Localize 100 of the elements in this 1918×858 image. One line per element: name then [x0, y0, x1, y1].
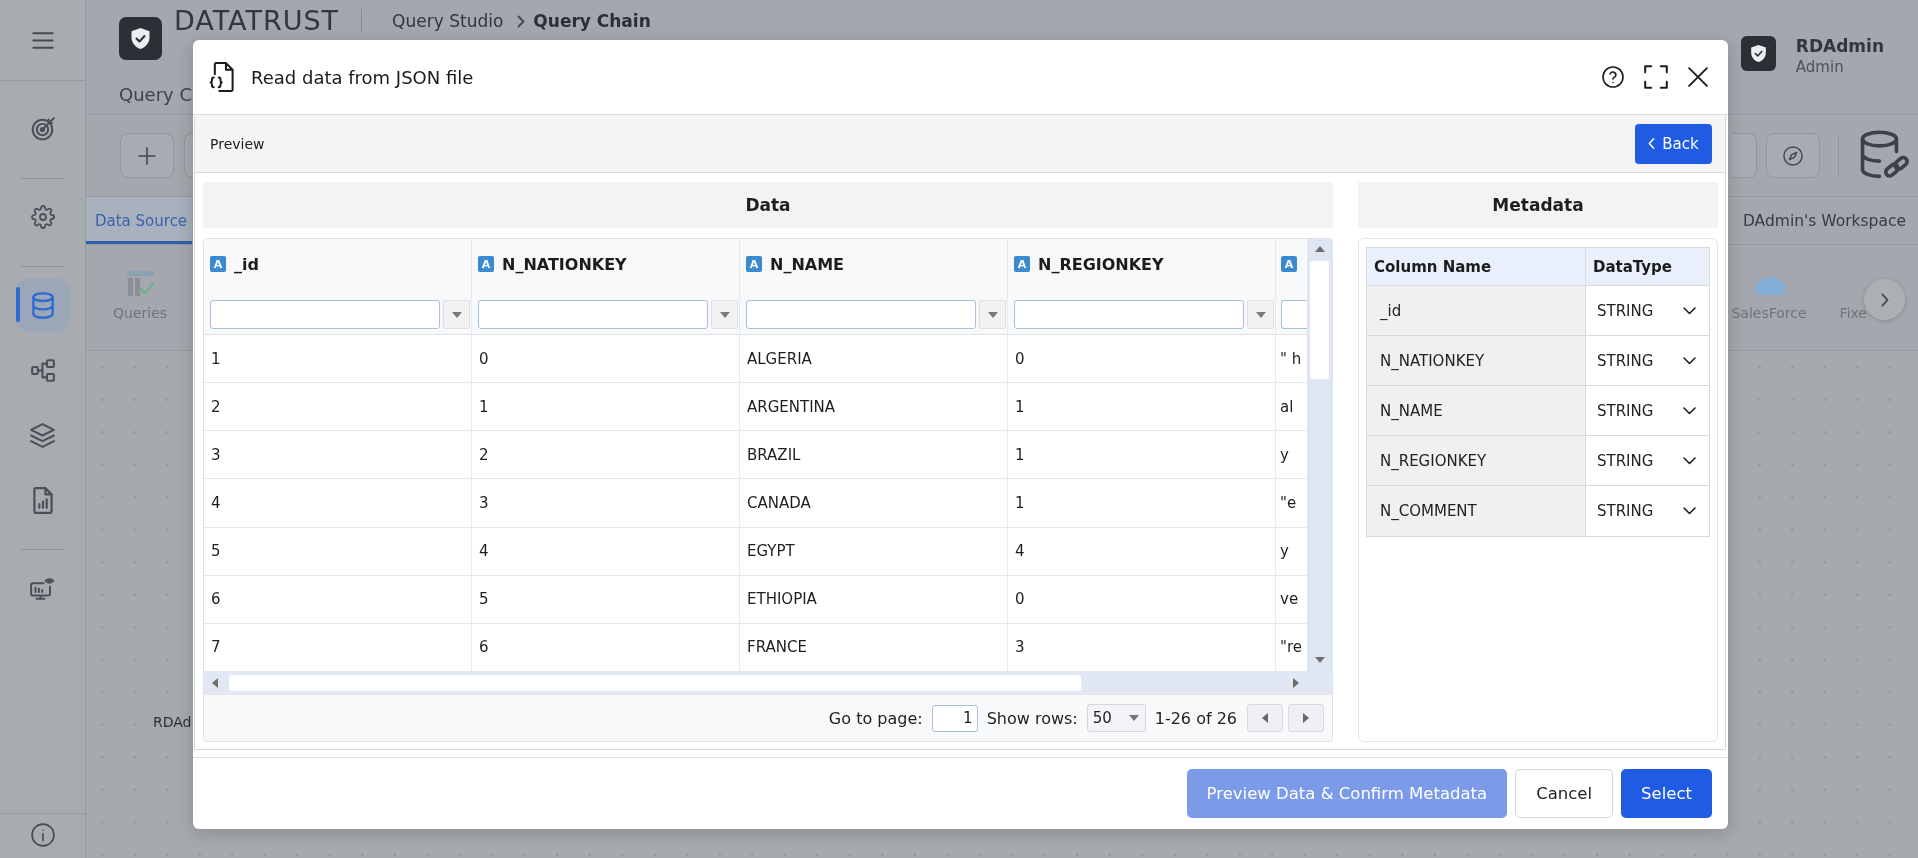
- table-cell: 4: [204, 479, 472, 527]
- filter-input[interactable]: [478, 300, 708, 329]
- previous-page-button[interactable]: [1247, 704, 1283, 732]
- table-cell: FRANCE: [740, 623, 1008, 671]
- menu-button[interactable]: [31, 31, 54, 49]
- info-icon: [30, 823, 55, 847]
- filter-menu-button[interactable]: [443, 300, 470, 329]
- chevron-down-icon: [1683, 406, 1696, 415]
- table-cell: 0: [1008, 335, 1276, 383]
- scrollbar-thumb[interactable]: [229, 675, 1081, 691]
- table-cell: 2: [204, 383, 472, 431]
- caret-down-icon: [987, 311, 998, 318]
- section-title: Preview: [210, 135, 265, 152]
- table-cell: ARGENTINA: [740, 383, 1008, 431]
- table-cell: 5: [204, 527, 472, 575]
- caret-down-icon: [719, 311, 730, 318]
- column-name-cell: _id: [1367, 286, 1586, 335]
- filter-input[interactable]: [1281, 300, 1307, 329]
- table-cell-text: " h: [1279, 348, 1303, 370]
- settings-icon: [30, 205, 55, 229]
- dialog-button[interactable]: Cancel: [1515, 769, 1614, 818]
- fullscreen-icon: [1644, 65, 1668, 89]
- chevron-down-icon: [1683, 507, 1696, 515]
- pager-label: Go to page:: [828, 708, 923, 728]
- chevron-left-icon: [1648, 137, 1656, 150]
- node-label: RDAd: [153, 714, 192, 730]
- add-button[interactable]: [120, 133, 174, 178]
- panel-header: Data: [203, 182, 1333, 228]
- column-header: Column Name: [1367, 248, 1586, 285]
- close-button[interactable]: [1688, 67, 1708, 87]
- hierarchy-icon: [30, 358, 55, 382]
- arrow-right-icon[interactable]: [1293, 678, 1299, 688]
- table-cell: 2: [472, 431, 740, 479]
- info-button[interactable]: [30, 823, 55, 847]
- rows-per-page-select[interactable]: 50: [1086, 704, 1146, 732]
- filter-input[interactable]: [210, 300, 440, 329]
- sidebar-button[interactable]: [15, 278, 70, 332]
- dialog-title: Read data from JSON file: [251, 66, 474, 88]
- menu-icon: [31, 31, 54, 49]
- compass-icon: [1783, 145, 1803, 166]
- table-cell: 1: [1008, 383, 1276, 431]
- user-name: RDAdmin: [1795, 36, 1884, 56]
- back-button[interactable]: Back: [1635, 123, 1712, 164]
- chevron-right-icon: [1880, 292, 1889, 307]
- column-name-cell: N_NATIONKEY: [1367, 336, 1586, 385]
- filter-menu-button[interactable]: [1247, 300, 1274, 329]
- tab[interactable]: DAdmin's Workspace: [1733, 197, 1918, 244]
- breadcrumb-link[interactable]: Query Studio: [392, 11, 504, 31]
- table-cell-text: "re: [1279, 637, 1303, 659]
- filter-menu-button[interactable]: [979, 300, 1006, 329]
- column-title: _id: [234, 254, 259, 274]
- column-name-cell: N_COMMENT: [1367, 486, 1586, 536]
- table-cell: 1: [1008, 479, 1276, 527]
- filter-input[interactable]: [1014, 300, 1244, 329]
- column-header: DataType: [1592, 256, 1673, 278]
- next-page-button[interactable]: [1288, 704, 1324, 732]
- table-cell-text: al: [1279, 396, 1295, 418]
- column-title: N_NATIONKEY: [502, 254, 627, 274]
- caret-down-icon: [1128, 715, 1139, 721]
- table-cell: 0: [1008, 575, 1276, 623]
- help-button[interactable]: [1602, 66, 1624, 88]
- table-cell: EGYPT: [740, 527, 1008, 575]
- chart-file-icon: [32, 486, 53, 514]
- type-badge: A: [210, 256, 226, 272]
- table-cell-text: "e: [1279, 493, 1298, 514]
- database-icon: [31, 291, 54, 319]
- table-cell: ALGERIA: [740, 335, 1008, 383]
- page-input[interactable]: 1: [931, 704, 978, 732]
- table-cell: 7: [204, 623, 472, 671]
- caret-down-icon: [1255, 311, 1266, 318]
- shield-logo-icon: [119, 17, 162, 60]
- breadcrumb-link[interactable]: Query Chain: [533, 11, 651, 31]
- dialog-button[interactable]: Select: [1621, 769, 1712, 818]
- type-badge: A: [1281, 256, 1297, 272]
- triangle-right-icon: [1303, 713, 1309, 723]
- chevron-down-icon: [1683, 306, 1696, 315]
- page-range: 1-26 of 26: [1154, 708, 1237, 728]
- table-cell: 6: [204, 575, 472, 623]
- table-cell: 3: [204, 431, 472, 479]
- type-badge: A: [746, 256, 762, 272]
- arrow-up-icon[interactable]: [1314, 246, 1325, 252]
- arrow-left-icon[interactable]: [212, 678, 218, 688]
- table-check-icon: [126, 271, 154, 298]
- table-cell: BRAZIL: [740, 431, 1008, 479]
- filter-menu-button[interactable]: [711, 300, 738, 329]
- filter-input[interactable]: [746, 300, 976, 329]
- fullscreen-button[interactable]: [1644, 65, 1668, 89]
- chevron-down-icon: [1683, 456, 1696, 465]
- caret-down-icon: [451, 311, 462, 318]
- arrow-down-icon[interactable]: [1314, 657, 1325, 663]
- user-role: Admin: [1795, 58, 1845, 76]
- table-cell: 1: [1008, 431, 1276, 479]
- table-cell: ETHIOPIA: [740, 575, 1008, 623]
- chevron-right-icon: [517, 14, 526, 28]
- brand-name: DATATRUST: [174, 4, 340, 38]
- triangle-left-icon: [1262, 713, 1268, 723]
- table-cell: 1: [204, 335, 472, 383]
- scrollbar-thumb[interactable]: [1310, 261, 1329, 379]
- compass-button[interactable]: [1766, 133, 1820, 178]
- column-title: N_NAME: [770, 254, 844, 274]
